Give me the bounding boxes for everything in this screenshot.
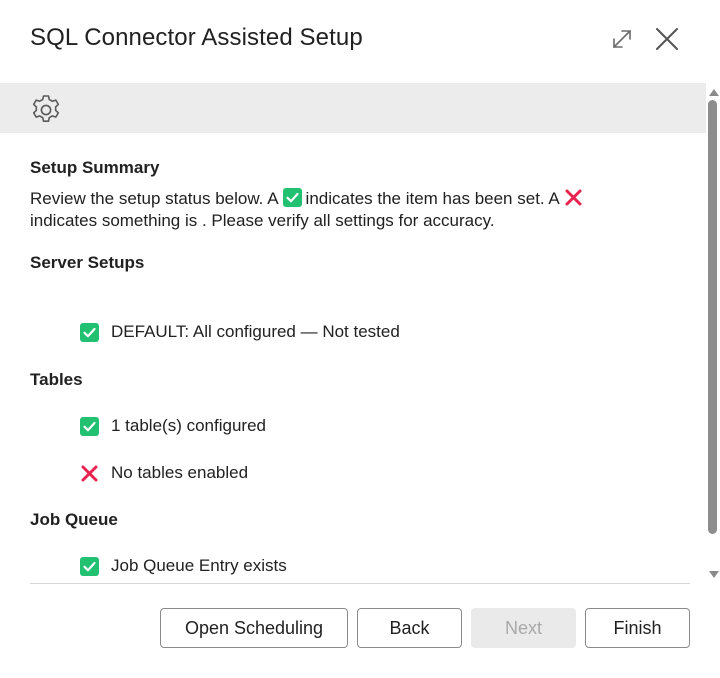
expand-diagonal-icon xyxy=(613,30,631,48)
summary-text-part1: Review the setup status below. A xyxy=(30,189,279,208)
summary-description-line2: indicates something is . Please verify a… xyxy=(30,211,495,230)
cross-icon xyxy=(565,189,582,206)
finish-button[interactable]: Finish xyxy=(585,608,690,648)
gear-icon xyxy=(32,95,60,122)
summary-text-part2: indicates the item has been set. A xyxy=(305,189,560,208)
next-button[interactable]: Next xyxy=(471,608,576,648)
checkmark-icon xyxy=(80,416,99,436)
assisted-setup-dialog: SQL Connector Assisted Setup Setup Summa… xyxy=(0,0,720,678)
summary-description-line1: Review the setup status below. A indicate… xyxy=(30,188,587,209)
server-setup-item: DEFAULT: All configured — Not tested xyxy=(80,321,400,343)
server-setups-heading: Server Setups xyxy=(30,253,145,272)
vertical-scrollbar[interactable] xyxy=(706,83,720,583)
job-queue-label: Job Queue Entry exists xyxy=(111,556,287,575)
expand-button[interactable] xyxy=(609,26,635,52)
back-button[interactable]: Back xyxy=(357,608,462,648)
close-x-icon xyxy=(656,28,678,50)
tables-heading: Tables xyxy=(30,370,83,389)
banner xyxy=(0,83,706,133)
scrollbar-thumb[interactable] xyxy=(708,100,717,534)
checkmark-icon xyxy=(80,322,99,342)
tables-configured-item: 1 table(s) configured xyxy=(80,415,266,437)
dialog-title: SQL Connector Assisted Setup xyxy=(30,24,363,51)
footer-divider xyxy=(30,583,690,584)
server-setup-label: DEFAULT: All configured — Not tested xyxy=(111,322,400,341)
scroll-up-arrow-icon[interactable] xyxy=(709,89,719,96)
tables-enabled-item: No tables enabled xyxy=(80,462,248,484)
job-queue-heading: Job Queue xyxy=(30,510,118,529)
job-queue-item: Job Queue Entry exists xyxy=(80,555,287,577)
checkmark-icon xyxy=(282,188,302,207)
scroll-down-arrow-icon[interactable] xyxy=(709,571,719,578)
tables-configured-label: 1 table(s) configured xyxy=(111,416,266,435)
tables-enabled-label: No tables enabled xyxy=(111,463,249,482)
setup-summary-heading: Setup Summary xyxy=(30,158,160,177)
summary-scroll-area[interactable]: Setup Summary Review the setup status be… xyxy=(0,133,706,583)
open-scheduling-button[interactable]: Open Scheduling xyxy=(160,608,348,648)
close-button[interactable] xyxy=(654,26,680,52)
checkmark-icon xyxy=(80,556,99,576)
cross-icon xyxy=(81,465,98,481)
